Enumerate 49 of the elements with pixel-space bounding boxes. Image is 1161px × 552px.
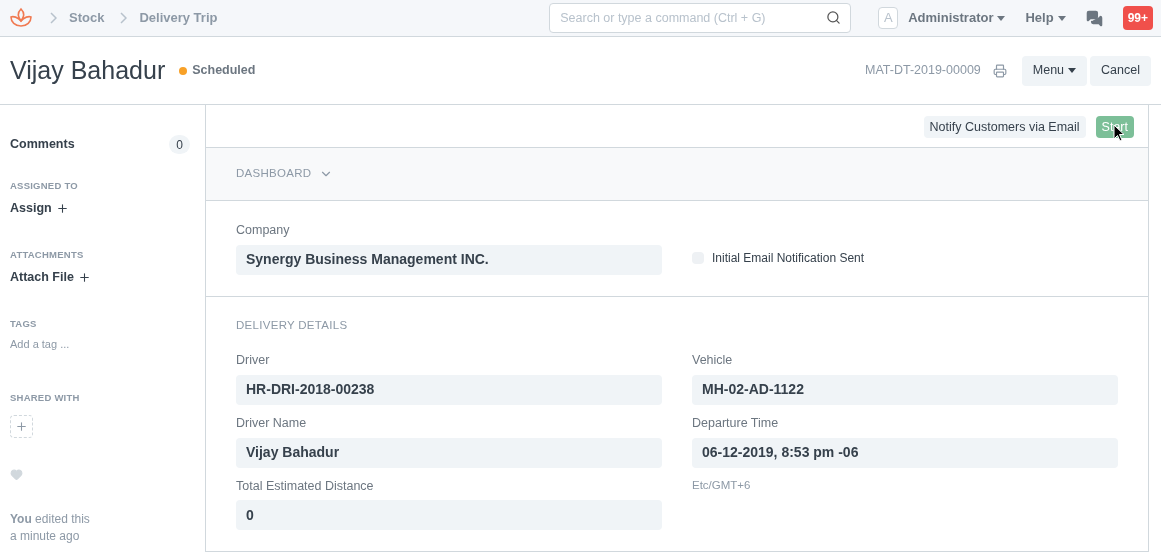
notification-badge[interactable]: 99+ [1122,6,1153,30]
document-id: MAT-DT-2019-00009 [865,62,981,80]
field-label: Driver Name [236,414,308,432]
share-button[interactable] [10,415,33,438]
plus-icon [77,271,91,285]
chevron-icon [50,12,57,24]
status-label: Scheduled [192,62,256,80]
print-icon[interactable] [992,63,1007,78]
field-label: Company [236,222,291,239]
section-heading: DELIVERY DETAILS [236,317,349,333]
sidebar-heading: SHARED WITH [10,390,81,405]
sidebar-action[interactable]: Attach File [10,268,91,287]
page-title: Vijay Bahadur [10,54,166,86]
checkbox-label: Initial Email Notification Sent [712,250,865,267]
comment-count: 0 [169,135,190,154]
field-label: Driver [236,352,271,369]
chat-icon[interactable] [1085,9,1103,27]
search-icon [826,10,842,25]
heart-icon[interactable] [10,468,23,481]
caret-icon [1057,15,1066,21]
input-field[interactable]: HR-DRI-2018-00238 [236,374,662,405]
notify-button[interactable]: Notify Customers via Email [923,116,1086,139]
chevron-icon [120,12,128,24]
logo-icon[interactable] [8,6,34,30]
sidebar-heading: ATTACHMENTS [10,248,85,262]
search-field[interactable]: Search or type a command (Ctrl + G) [549,3,852,33]
sidebar-heading: ASSIGNED TO [10,179,79,193]
cancel-button[interactable]: Cancel [1090,55,1151,86]
comments-label[interactable]: Comments [10,135,75,154]
activity-time: a minute ago [10,528,81,545]
plus-icon [15,420,28,433]
field-label: Total Estimated Distance [236,477,375,495]
sidebar-action[interactable]: Assign [10,199,69,218]
field-label: Vehicle [692,352,734,369]
input-field[interactable]: 0 [236,500,662,531]
input-field[interactable]: Synergy Business Management INC. [236,244,662,275]
input-field[interactable]: 06-12-2019, 8:53 pm -06 [692,437,1118,468]
menu-button[interactable]: Menu [1021,55,1088,86]
user-menu[interactable]: Administrator [908,8,1006,28]
field-label: Departure Time [692,414,780,432]
input-field[interactable]: MH-02-AD-1122 [692,374,1118,405]
help-menu[interactable]: Help [1025,8,1066,28]
sidebar-heading: TAGS [10,317,38,331]
caret-icon [997,15,1006,21]
plus-icon [55,202,69,216]
activity-text: You edited this [10,511,91,528]
field-description: Etc/GMT+6 [692,477,752,493]
input-field[interactable]: Vijay Bahadur [236,437,662,468]
caret-icon [1068,68,1077,73]
